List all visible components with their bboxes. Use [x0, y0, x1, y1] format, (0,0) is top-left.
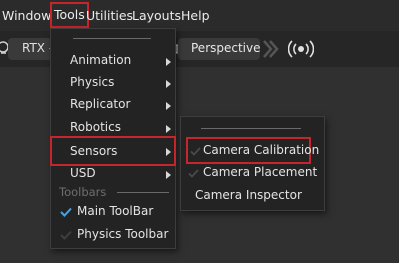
chevron-right-icon — [166, 171, 171, 179]
menu-item-label: Camera Placement — [203, 165, 318, 179]
chevron-right-icon — [166, 58, 171, 66]
sensors-submenu: Camera Calibration Camera Placement Came… — [180, 116, 325, 211]
broadcast-icon[interactable] — [288, 39, 314, 59]
checkmark-icon — [60, 230, 72, 240]
camera-dropdown[interactable]: Perspective — [178, 38, 261, 60]
menu-utilities[interactable]: Utilities — [86, 0, 133, 31]
menu-tools[interactable]: Tools — [50, 2, 89, 28]
menu-separator — [73, 38, 151, 39]
chevron-right-icon — [166, 80, 171, 88]
checkmark-icon — [188, 169, 199, 178]
menu-item-label: Main ToolBar — [77, 204, 154, 218]
chevron-right-icon — [166, 125, 171, 133]
toolbars-section-label: Toolbars — [59, 185, 107, 199]
menu-item-camera-calibration[interactable]: Camera Calibration — [186, 137, 319, 164]
menu-item-label: Camera Inspector — [195, 188, 302, 202]
chevron-right-icon — [166, 148, 171, 156]
menu-help[interactable]: Help — [181, 0, 210, 31]
camera-label: Perspective — [191, 41, 261, 55]
menu-separator — [201, 128, 301, 129]
renderer-label: RTX - — [22, 41, 54, 55]
menu-item-sensors[interactable]: Sensors — [50, 136, 176, 166]
menu-item-label: Physics Toolbar — [77, 227, 169, 241]
menu-item-label: Sensors — [70, 144, 118, 158]
menu-item-label: Robotics — [70, 120, 121, 134]
chevron-right-icon — [263, 40, 279, 58]
checkmark-icon — [190, 147, 201, 156]
menu-item-label: Camera Calibration — [203, 143, 320, 157]
menu-separator — [117, 192, 169, 193]
renderer-dropdown[interactable]: RTX - — [8, 38, 54, 60]
checkmark-icon — [60, 207, 72, 217]
menu-item-label: Animation — [70, 53, 132, 67]
menu-item-label: USD — [70, 166, 96, 180]
tools-menu: Animation Physics Replicator Robotics Se… — [50, 28, 176, 249]
chevron-right-icon — [166, 102, 171, 110]
menu-item-label: Physics — [70, 75, 115, 89]
menu-item-label: Replicator — [70, 97, 131, 111]
menu-window[interactable]: Window — [2, 0, 51, 31]
menu-layouts[interactable]: Layouts — [132, 0, 181, 31]
